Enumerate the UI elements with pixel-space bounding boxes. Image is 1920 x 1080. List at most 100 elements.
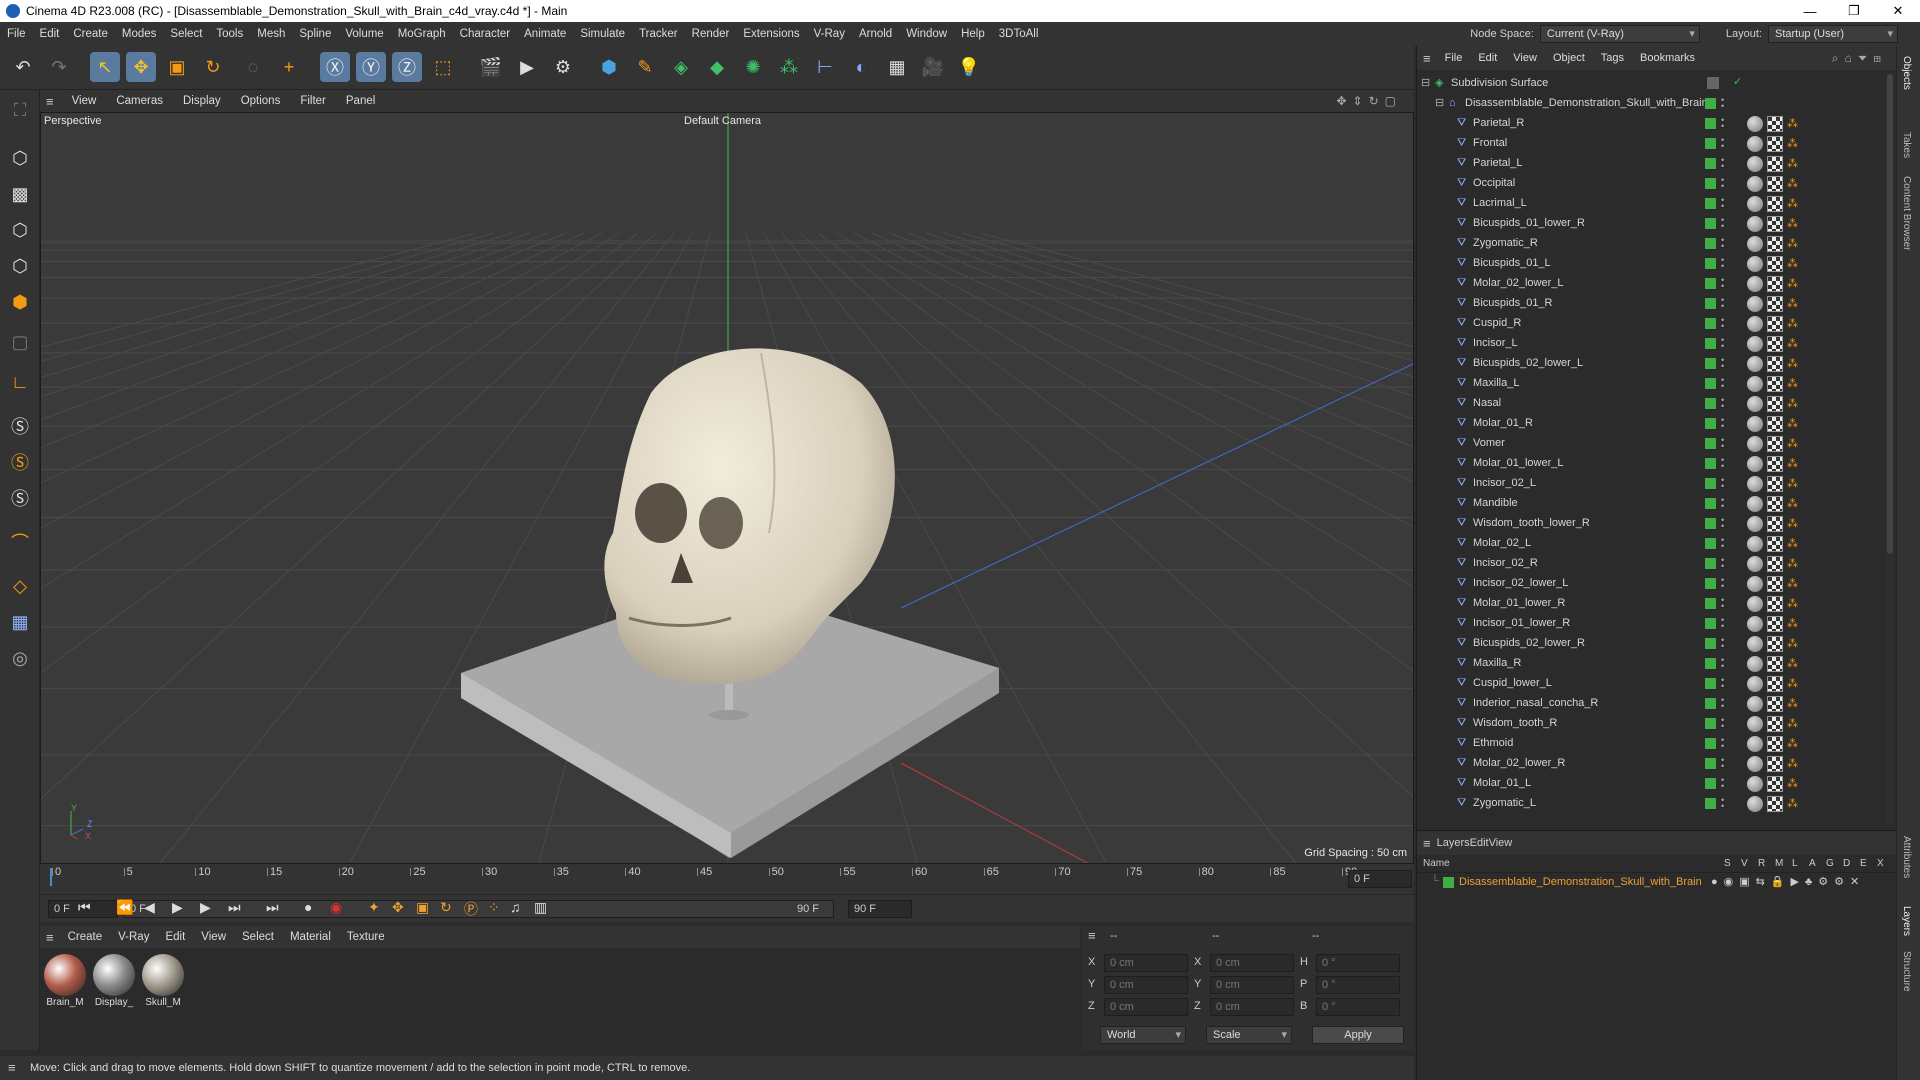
visibility-dot[interactable]	[1705, 758, 1716, 769]
object-row[interactable]: ⛛ Molar_02_lower_R • • ⁂	[1417, 754, 1877, 774]
uvw-tag-icon[interactable]	[1767, 216, 1783, 232]
key-param-icon[interactable]: Ⓟ	[464, 899, 478, 919]
material-tag-icon[interactable]	[1747, 216, 1763, 232]
material-tag-icon[interactable]	[1747, 756, 1763, 772]
tab-content-browser[interactable]: Content Browser	[1901, 176, 1912, 250]
playhead[interactable]	[50, 868, 52, 886]
light-icon[interactable]: 💡	[954, 52, 984, 82]
menu-item-3[interactable]: Modes	[115, 28, 164, 40]
uv-mode-icon[interactable]: ▢	[4, 326, 36, 358]
apply-button[interactable]: Apply	[1312, 1026, 1404, 1044]
material-tag-icon[interactable]	[1747, 776, 1763, 792]
cube-icon[interactable]: ⬢	[594, 52, 624, 82]
uvw-tag-icon[interactable]	[1767, 476, 1783, 492]
add-tool-icon[interactable]: +	[274, 52, 304, 82]
uvw-tag-icon[interactable]	[1767, 536, 1783, 552]
render-editor-dots[interactable]: • •	[1721, 156, 1724, 171]
render-editor-dots[interactable]: • •	[1721, 416, 1724, 431]
next-frame-icon[interactable]: ▶	[200, 899, 211, 916]
object-hamburger-icon[interactable]: ≡	[1423, 51, 1431, 66]
layer-toggle-icons[interactable]: ●◉▣⇆🔒▶♣⚙⚙✕	[1711, 875, 1865, 888]
visibility-dot[interactable]	[1705, 458, 1716, 469]
selection-tag-icon[interactable]: ⁂	[1787, 297, 1798, 310]
selection-tag-icon[interactable]: ⁂	[1787, 697, 1798, 710]
material-tag-icon[interactable]	[1747, 256, 1763, 272]
material-tag-icon[interactable]	[1747, 436, 1763, 452]
current-frame-field[interactable]: 0 F	[1348, 870, 1412, 888]
deformer-icon[interactable]: ⊢	[810, 52, 840, 82]
render-editor-dots[interactable]: • •	[1721, 396, 1724, 411]
material-tag-icon[interactable]	[1747, 796, 1763, 812]
material-tag-icon[interactable]	[1747, 236, 1763, 252]
coord-value-field[interactable]: 0 cm	[1210, 954, 1294, 972]
undo-icon[interactable]: ↶	[8, 52, 38, 82]
render-editor-dots[interactable]: • •	[1721, 496, 1724, 511]
material-tag-icon[interactable]	[1747, 696, 1763, 712]
keyframe-icon[interactable]: ✦	[368, 899, 380, 916]
visibility-dot[interactable]	[1705, 518, 1716, 529]
coord-value-field[interactable]: 0 °	[1316, 998, 1400, 1016]
visibility-dot[interactable]	[1705, 778, 1716, 789]
uvw-tag-icon[interactable]	[1767, 756, 1783, 772]
render-picture-viewer-icon[interactable]: ▶	[512, 52, 542, 82]
object-menu-item-2[interactable]: View	[1505, 52, 1545, 64]
coord-value-field[interactable]: 0 °	[1316, 976, 1400, 994]
selection-tag-icon[interactable]: ⁂	[1787, 797, 1798, 810]
object-row[interactable]: ⛛ Cuspid_lower_L • • ⁂	[1417, 674, 1877, 694]
next-key-icon[interactable]: ⏭	[228, 899, 241, 916]
viewport-camera[interactable]: Default Camera	[684, 115, 761, 127]
render-editor-dots[interactable]: • •	[1721, 636, 1724, 651]
render-editor-dots[interactable]: • •	[1721, 276, 1724, 291]
material-tag-icon[interactable]	[1747, 616, 1763, 632]
render-editor-dots[interactable]: • •	[1721, 736, 1724, 751]
point-mode-icon[interactable]: ⬡	[4, 214, 36, 246]
tab-takes[interactable]: Takes	[1901, 132, 1912, 158]
object-row[interactable]: ⛛ Maxilla_L • • ⁂	[1417, 374, 1877, 394]
menu-item-5[interactable]: Tools	[209, 28, 250, 40]
material-menu-item-3[interactable]: View	[193, 931, 234, 943]
snap-settings-icon[interactable]: Ⓢ	[4, 446, 36, 478]
uvw-tag-icon[interactable]	[1767, 796, 1783, 812]
selection-tag-icon[interactable]: ⁂	[1787, 637, 1798, 650]
object-row[interactable]: ⛛ Molar_01_L • • ⁂	[1417, 774, 1877, 794]
layer-column-header[interactable]: A	[1809, 858, 1816, 869]
selection-tag-icon[interactable]: ⁂	[1787, 437, 1798, 450]
uvw-tag-icon[interactable]	[1767, 296, 1783, 312]
visibility-dot[interactable]	[1705, 678, 1716, 689]
object-row[interactable]: ⛛ Incisor_01_lower_R • • ⁂	[1417, 614, 1877, 634]
material-tag-icon[interactable]	[1747, 456, 1763, 472]
selection-tag-icon[interactable]: ⁂	[1787, 277, 1798, 290]
material-tag-icon[interactable]	[1747, 536, 1763, 552]
subdivision-icon[interactable]: ◈	[666, 52, 696, 82]
menu-item-0[interactable]: File	[0, 28, 33, 40]
coord-value-field[interactable]: 0 cm	[1104, 998, 1188, 1016]
object-row[interactable]: ⛛ Inderior_nasal_concha_R • • ⁂	[1417, 694, 1877, 714]
object-search-filter-icons[interactable]: ⌕⌂⏷⊞	[1832, 51, 1887, 66]
selection-tag-icon[interactable]: ⁂	[1787, 517, 1798, 530]
material-menu-item-6[interactable]: Texture	[339, 931, 393, 943]
object-row[interactable]: ⛛ Zygomatic_L • • ⁂	[1417, 794, 1877, 814]
render-editor-dots[interactable]: • •	[1721, 256, 1724, 271]
visibility-dot[interactable]	[1705, 698, 1716, 709]
material-tag-icon[interactable]	[1747, 336, 1763, 352]
render-editor-dots[interactable]: • •	[1721, 516, 1724, 531]
render-editor-dots[interactable]: • •	[1721, 676, 1724, 691]
collapse-icon[interactable]: ⊟	[1421, 77, 1433, 89]
selection-tag-icon[interactable]: ⁂	[1787, 397, 1798, 410]
menu-item-9[interactable]: MoGraph	[391, 28, 453, 40]
material-tag-icon[interactable]	[1747, 596, 1763, 612]
material-tag-icon[interactable]	[1747, 156, 1763, 172]
visibility-dot[interactable]	[1705, 238, 1716, 249]
layer-column-header[interactable]: R	[1758, 858, 1765, 869]
object-row[interactable]: ⛛ Bicuspids_01_L • • ⁂	[1417, 254, 1877, 274]
visibility-dot[interactable]	[1705, 198, 1716, 209]
render-editor-dots[interactable]: • •	[1721, 96, 1724, 111]
render-editor-dots[interactable]: • •	[1721, 696, 1724, 711]
render-editor-dots[interactable]: • •	[1721, 796, 1724, 811]
layer-column-header[interactable]: V	[1741, 858, 1748, 869]
polygon-mode-icon[interactable]: ⬢	[4, 286, 36, 318]
texture-mode-icon[interactable]: ▩	[4, 178, 36, 210]
uvw-tag-icon[interactable]	[1767, 576, 1783, 592]
render-editor-dots[interactable]: • •	[1721, 436, 1724, 451]
z-axis-icon[interactable]: Ⓩ	[392, 52, 422, 82]
